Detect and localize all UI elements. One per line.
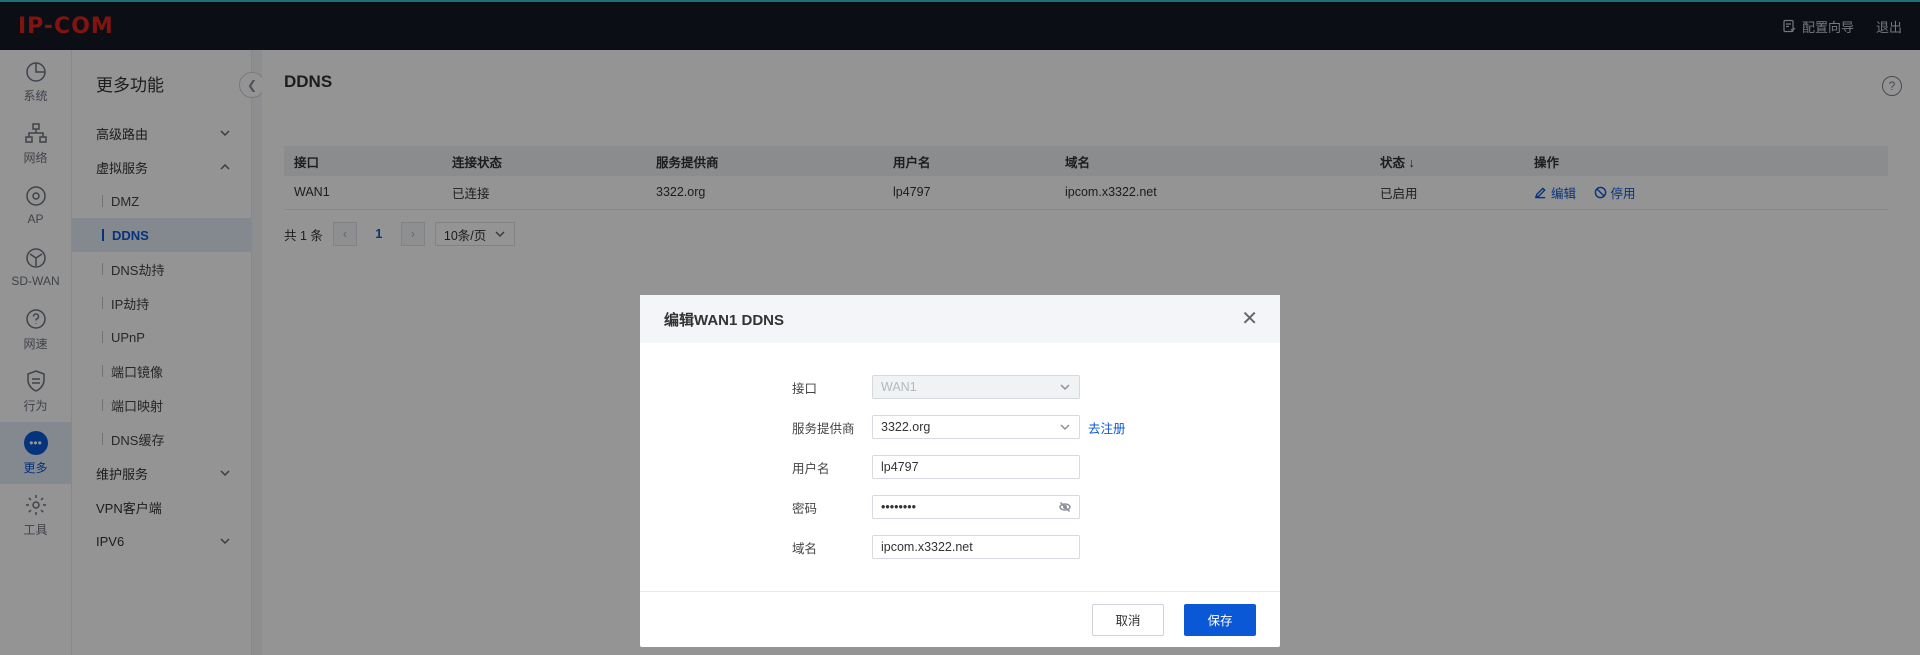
password-label: 密码 bbox=[792, 501, 818, 516]
username-field-wrap bbox=[872, 455, 1080, 479]
cancel-button[interactable]: 取消 bbox=[1092, 603, 1164, 636]
interface-value: WAN1 bbox=[881, 380, 917, 394]
save-button[interactable]: 保存 bbox=[1184, 603, 1256, 636]
password-field-wrap: •••••••• bbox=[872, 495, 1080, 519]
chevron-down-icon bbox=[1060, 384, 1070, 391]
provider-value: 3322.org bbox=[881, 420, 931, 434]
interface-label: 接口 bbox=[792, 381, 818, 396]
form-row-domain: 域名 bbox=[640, 527, 1280, 567]
form-row-password: 密码 •••••••• bbox=[640, 487, 1280, 527]
domain-field[interactable] bbox=[881, 540, 1071, 554]
username-label: 用户名 bbox=[792, 461, 830, 476]
provider-select[interactable]: 3322.org bbox=[872, 415, 1080, 439]
register-link[interactable]: 去注册 bbox=[1088, 418, 1126, 437]
form-row-username: 用户名 bbox=[640, 447, 1280, 487]
ddns-form: 接口 WAN1 服务提供商 3322.org 去注册 用户名 密码 ••••••… bbox=[640, 343, 1280, 567]
dialog-title: 编辑WAN1 DDNS bbox=[664, 311, 785, 329]
form-row-provider: 服务提供商 3322.org 去注册 bbox=[640, 407, 1280, 447]
edit-ddns-dialog: 编辑WAN1 DDNS ✕ 接口 WAN1 服务提供商 3322.org 去注册… bbox=[640, 295, 1280, 647]
close-icon[interactable]: ✕ bbox=[1241, 309, 1258, 329]
interface-select: WAN1 bbox=[872, 375, 1080, 399]
dialog-footer: 取消 保存 bbox=[640, 591, 1280, 647]
username-field[interactable] bbox=[881, 460, 1071, 474]
chevron-down-icon bbox=[1060, 424, 1070, 431]
password-field[interactable]: •••••••• bbox=[881, 500, 916, 514]
provider-label: 服务提供商 bbox=[792, 421, 855, 436]
domain-field-wrap bbox=[872, 535, 1080, 559]
domain-label: 域名 bbox=[792, 541, 818, 556]
form-row-interface: 接口 WAN1 bbox=[640, 367, 1280, 407]
dialog-header: 编辑WAN1 DDNS ✕ bbox=[640, 295, 1280, 343]
eye-off-icon[interactable] bbox=[1059, 501, 1071, 513]
